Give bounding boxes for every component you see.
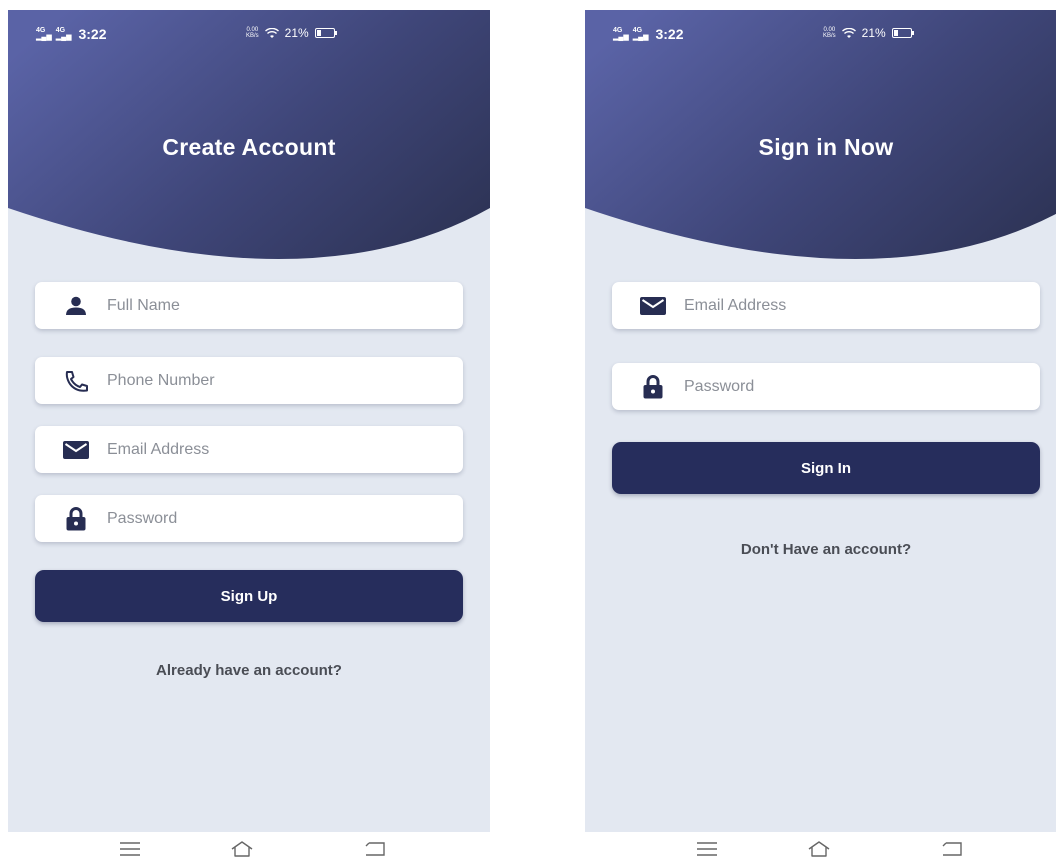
email-field[interactable] xyxy=(612,282,1040,329)
signal-icon: 4G ▂▄▆ xyxy=(632,27,649,41)
signal-icon: 4G ▂▄▆ xyxy=(55,27,72,41)
full-name-input[interactable] xyxy=(105,295,429,316)
network-speed: 0.00 KB/s xyxy=(246,27,259,39)
navigation-bar xyxy=(8,832,490,864)
wifi-icon xyxy=(841,27,856,38)
home-icon[interactable] xyxy=(230,840,254,858)
phone-number-input[interactable] xyxy=(105,370,429,391)
sign-up-button[interactable]: Sign Up xyxy=(35,570,463,622)
back-icon[interactable] xyxy=(363,840,387,858)
wifi-icon xyxy=(264,27,279,38)
battery-percent: 21% xyxy=(284,26,309,40)
status-time: 3:22 xyxy=(78,26,107,42)
email-input[interactable] xyxy=(682,295,1006,316)
full-name-field[interactable] xyxy=(35,282,463,329)
back-icon[interactable] xyxy=(940,840,964,858)
home-icon[interactable] xyxy=(807,840,831,858)
signup-screen: 4G ▂▄▆ 4G ▂▄▆ 3:22 0.00 KB/s 21% Create Acc… xyxy=(8,10,490,864)
person-icon xyxy=(63,295,89,317)
battery-percent: 21% xyxy=(861,26,886,40)
navigation-bar xyxy=(585,832,1056,864)
dont-have-account-link[interactable]: Don't Have an account? xyxy=(585,541,1056,558)
page-title: Sign in Now xyxy=(758,134,894,160)
network-speed: 0.00 KB/s xyxy=(823,27,836,39)
status-bar: 4G ▂▄▆ 4G ▂▄▆ 3:22 0.00 KB/s 21% xyxy=(585,10,1056,54)
email-input[interactable] xyxy=(105,439,429,460)
email-icon xyxy=(640,295,666,317)
battery-icon xyxy=(314,28,337,38)
already-have-account-link[interactable]: Already have an account? xyxy=(8,662,490,679)
lock-icon xyxy=(640,374,666,398)
status-time: 3:22 xyxy=(655,26,684,42)
password-field[interactable] xyxy=(35,495,463,542)
signal-icon: 4G ▂▄▆ xyxy=(36,27,52,41)
sign-in-button[interactable]: Sign In xyxy=(612,442,1040,494)
status-bar: 4G ▂▄▆ 4G ▂▄▆ 3:22 0.00 KB/s 21% xyxy=(8,10,490,54)
password-input[interactable] xyxy=(682,376,1006,397)
password-field[interactable] xyxy=(612,363,1040,410)
lock-icon xyxy=(63,506,89,530)
battery-icon xyxy=(891,28,914,38)
menu-icon[interactable] xyxy=(695,840,719,858)
page-title: Create Account xyxy=(162,134,336,160)
email-icon xyxy=(63,439,89,461)
signin-screen: 4G ▂▄▆ 4G ▂▄▆ 3:22 0.00 KB/s 21% Sign in No… xyxy=(585,10,1056,864)
signal-icon: 4G ▂▄▆ xyxy=(613,27,629,41)
password-input[interactable] xyxy=(105,508,429,529)
phone-icon xyxy=(63,370,89,392)
phone-number-field[interactable] xyxy=(35,357,463,404)
menu-icon[interactable] xyxy=(118,840,142,858)
email-field[interactable] xyxy=(35,426,463,473)
